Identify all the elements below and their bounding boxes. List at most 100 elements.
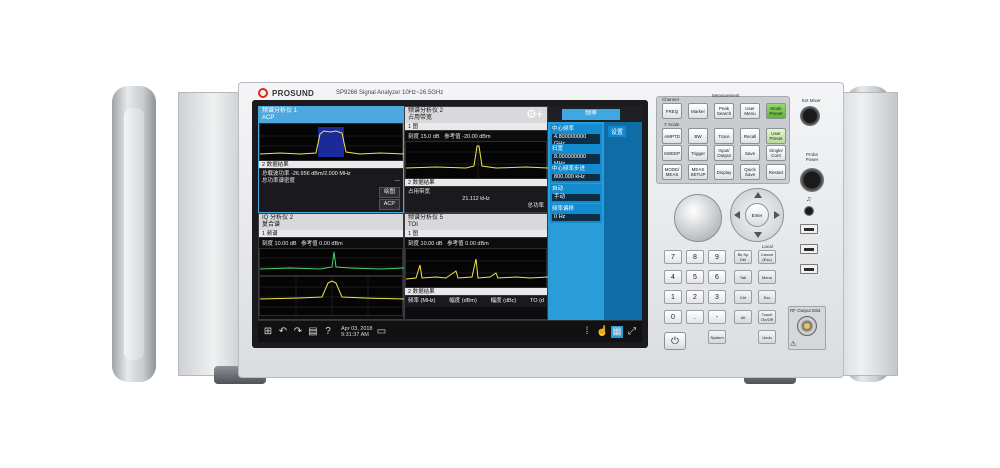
obw-value: 21.112 kHz [462,196,490,202]
pane-3-title: IQ 分析仪 2 [262,215,294,221]
sweep-key[interactable]: SWEEP [662,145,682,161]
tab-key[interactable]: Tab [734,270,752,284]
menu-item-auto-manual[interactable]: 自动 手动 [550,184,602,203]
table-header: 幅度 (dBm) [449,298,477,304]
num-key-2[interactable]: 2 [686,290,704,304]
rotary-knob[interactable] [674,194,722,242]
num-key-dot[interactable]: . [686,310,704,324]
user-menu-key[interactable]: User Menu [740,103,760,119]
ctrl-key[interactable]: Ctrl [734,290,752,304]
save-key[interactable]: Save [740,145,760,161]
num-key-7[interactable]: 7 [664,250,682,264]
folder-icon[interactable]: ▤ [307,326,319,338]
window-layout-icon[interactable]: ▦ [611,326,623,338]
menu-item-freq-offset[interactable]: 频率偏移 0 Hz [550,204,602,223]
arrow-up-icon[interactable] [754,192,762,198]
menu-item-center-freq-step[interactable]: 中心频率步进 800.000 kHz [550,164,602,183]
menu-item-value: 0 Hz [552,214,600,221]
result-value: --- [394,178,401,184]
pane-2-trace-row[interactable]: 1 图 [405,123,547,131]
obw-label: 占用带宽 [408,189,431,195]
touch-onoff-key[interactable]: Touch On/Off [758,310,776,324]
local-label: Local [762,244,773,249]
num-key-5[interactable]: 5 [686,270,704,284]
power-icon[interactable]: ⏻ [664,332,686,350]
brand: PROSUND [258,88,314,98]
menu-settings-panel: 设置 [604,122,642,320]
settings-tab[interactable]: 设置 [608,126,627,137]
user-preset-key[interactable]: User Preset [766,128,786,144]
system-key[interactable]: System [708,330,726,344]
marker-key[interactable]: Marker [688,103,708,119]
mode-preset-key[interactable]: Mode Preset [766,103,786,119]
menu-item-label: 扫宽 [552,146,564,152]
bw-key[interactable]: BW [688,128,708,144]
restart-key[interactable]: Restart [766,164,786,180]
num-key-minus[interactable]: - [708,310,726,324]
amptd-key[interactable]: AMPTD [662,128,682,144]
pane-1-header[interactable]: 频谱分析仪 1 ACP [259,107,403,123]
pane-4-result-row[interactable]: 2 数据结果 [405,288,547,296]
pane-1-result-row[interactable]: 2 数据结果 [259,161,403,169]
pane-4-trace-row[interactable]: 1 图 [405,230,547,238]
result-row: 总载波功率 -26.956 dBm/2.000 MHz [262,171,400,178]
backspace-key[interactable]: Bk Sp Del [734,250,752,264]
tab-menu-key[interactable]: Menu [758,270,776,284]
table-header: TO (d [530,298,544,304]
enter-key[interactable]: Enter [745,203,769,227]
recall-key[interactable]: Recall [740,128,760,144]
peak-search-key[interactable]: Peak Search [714,103,734,119]
pane-4-header[interactable]: 频谱分析仪 5 TOI [405,214,547,230]
pane-2-plot [405,141,548,179]
plus-icon[interactable]: + [536,108,543,120]
fullscreen-icon[interactable]: ⤢ [626,326,638,338]
num-key-9[interactable]: 9 [708,250,726,264]
rf-input-connector [797,316,817,336]
num-key-1[interactable]: 1 [664,290,682,304]
undo-key[interactable]: Undo [758,330,776,344]
pane-spectrum-5[interactable]: 频谱分析仪 5 TOI 1 图 刻度 10.00 dB 参考值 0.00 dBm… [404,213,548,320]
display-key[interactable]: Display [714,164,734,180]
meas-setup-key[interactable]: MEAS SETUP [688,164,708,180]
num-key-3[interactable]: 3 [708,290,726,304]
num-key-6[interactable]: 6 [708,270,726,284]
alt-key[interactable]: Alt [734,310,752,324]
keyboard-icon[interactable]: ▭ [376,326,388,338]
pane-spectrum-2[interactable]: 频谱分析仪 2 占用带宽 1 图 刻度 15.0 dB 参考值 -20.00 d… [404,106,548,213]
num-key-4[interactable]: 4 [664,270,682,284]
arrow-left-icon[interactable] [734,211,740,219]
undo-icon[interactable]: ↶ [277,326,289,338]
freq-key[interactable]: FREQ [662,103,682,119]
pane-3-trace-row[interactable]: 1 频谱 [259,230,403,238]
probe-power-port [800,168,824,192]
rf-input-label: RF Output 50Ω [790,308,821,313]
ref-readout: 参考值 -20.00 dBm [444,134,491,140]
mode-meas-key[interactable]: MODE/ MEAS [662,164,682,180]
pane-1-results: 总载波功率 -26.956 dBm/2.000 MHz 总功率谱密度 --- 绘… [259,169,403,212]
trigger-key[interactable]: Trigger [688,145,708,161]
pane-2-result-row[interactable]: 2 数据结果 [405,179,547,187]
cancel-esc-key[interactable]: Cancel (Esc) [758,250,776,264]
pane-spectrum-1[interactable]: 频谱分析仪 1 ACP 2 数据结果 总载波功率 -26.956 dBm/2.0… [258,106,404,213]
num-key-0[interactable]: 0 [664,310,682,324]
trace-key[interactable]: Trace [714,128,734,144]
redo-icon[interactable]: ↷ [292,326,304,338]
acp-button[interactable]: ACP [378,199,400,210]
esc-key[interactable]: Esc [758,290,776,304]
pane-3-header[interactable]: IQ 分析仪 2 复合谱 [259,214,403,230]
windows-start-icon[interactable]: ⊞ [262,326,274,338]
layout-grid-icon[interactable]: ⁞ [581,326,593,338]
help-icon[interactable]: ? [322,326,334,338]
arrow-right-icon[interactable] [774,211,780,219]
plot-button[interactable]: 绘图 [378,187,400,198]
single-cont-key[interactable]: Single/ Cont [766,145,786,161]
num-key-8[interactable]: 8 [686,250,704,264]
input-output-key[interactable]: Input/ Output [714,145,734,161]
probe-power-label: Probe Power [805,152,819,162]
touch-icon[interactable]: ☝ [596,326,608,338]
pane-iq-2[interactable]: IQ 分析仪 2 复合谱 1 频谱 刻度 10.00 dB 参考值 0.00 d… [258,213,404,320]
arrow-down-icon[interactable] [754,232,762,238]
table-header: 幅度 (dBc) [490,298,517,304]
menu-title[interactable]: 频率 [562,109,620,120]
quick-save-key[interactable]: Quick Save [740,164,760,180]
